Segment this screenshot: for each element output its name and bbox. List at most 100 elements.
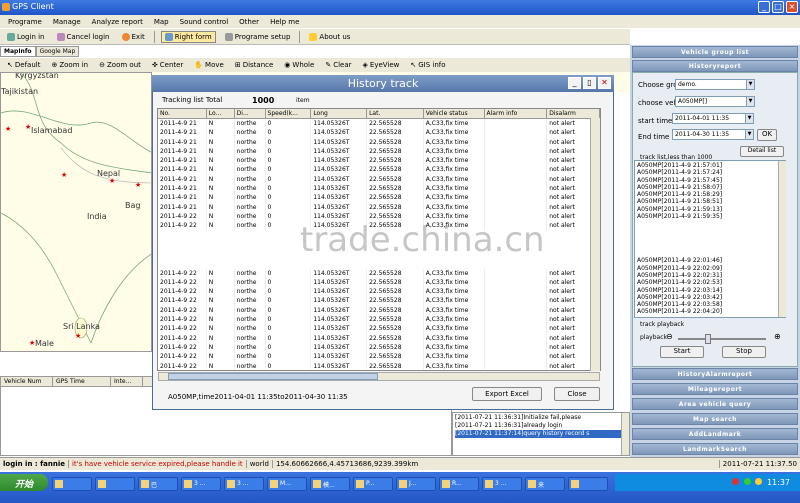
- table-row[interactable]: 2011-4-9 21 Nnorthe 0 114.05326T 22.565528 A,…: [158, 156, 600, 166]
- table-row[interactable]: 2011-4-9 22 Nnorthe 0 114.05326T 22.565528 A,…: [158, 333, 600, 343]
- track-item[interactable]: A050MP[2011-4-9 21:59:13]: [637, 206, 783, 213]
- taskbar-task[interactable]: R...: [439, 477, 479, 491]
- dialog-close-button[interactable]: ✕: [598, 77, 611, 89]
- playback-start-button[interactable]: Start: [660, 346, 704, 358]
- col-no[interactable]: No.: [158, 109, 207, 118]
- group-select[interactable]: demo. ▼: [675, 79, 755, 90]
- tray-icon[interactable]: [743, 478, 751, 485]
- map-clear-button[interactable]: ✎ Clear: [322, 60, 354, 70]
- menu-manage[interactable]: Manage: [53, 18, 81, 28]
- dialog-restore-button[interactable]: ▯: [583, 77, 596, 89]
- taskbar-task[interactable]: 3 ...: [181, 477, 221, 491]
- minimize-button[interactable]: _: [758, 1, 770, 13]
- start-time-picker[interactable]: 2011-04-01 11:35 ▼: [672, 113, 754, 124]
- start-button[interactable]: 开始: [0, 474, 48, 491]
- col-vehicle-status[interactable]: Vehicle status: [424, 109, 485, 118]
- landmark-search-bar[interactable]: LandmarkSearch: [632, 443, 798, 455]
- track-item[interactable]: A050MP[2011-4-9 21:57:24]: [637, 169, 783, 176]
- taskbar-task[interactable]: P...: [353, 477, 393, 491]
- table-row[interactable]: 2011-4-9 21 Nnorthe 0 114.05326T 22.565528 A,…: [158, 119, 600, 129]
- table-row[interactable]: 2011-4-9 21 Nnorthe 0 114.05326T 22.565528 A,…: [158, 146, 600, 157]
- about-button[interactable]: About us: [306, 32, 353, 42]
- history-report-bar[interactable]: Historyreport: [632, 60, 798, 72]
- taskbar-task[interactable]: [95, 477, 135, 491]
- col-lo[interactable]: Lo...: [207, 109, 235, 118]
- map-view[interactable]: Kyrgyzstan Tajikistan ★ Islamabad ★ ★ Ne…: [0, 72, 152, 352]
- vehicle-group-list-bar[interactable]: Vehicle group list: [632, 46, 798, 58]
- end-time-picker[interactable]: 2011-04-30 11:35 ▼: [672, 129, 754, 140]
- menu-help[interactable]: Help me: [270, 18, 299, 28]
- col-disalarm[interactable]: Disalarm: [547, 109, 600, 118]
- horizontal-scroll-thumb[interactable]: [168, 373, 378, 380]
- map-zoom-in-button[interactable]: ⊕ Zoom in: [48, 60, 91, 70]
- vehicle-select[interactable]: A050MP[] ▼: [675, 96, 755, 107]
- mileage-report-bar[interactable]: Mileagereport: [632, 383, 798, 395]
- menu-programe[interactable]: Programe: [8, 18, 42, 28]
- track-item[interactable]: A050MP[2011-4-9 22:03:58]: [637, 301, 783, 308]
- map-center-button[interactable]: ✜ Center: [149, 60, 186, 70]
- playback-stop-button[interactable]: Stop: [722, 346, 766, 358]
- slower-icon[interactable]: ⊖: [666, 332, 673, 341]
- col-long[interactable]: Long: [311, 109, 368, 118]
- map-eyeview-button[interactable]: ◈ EyeView: [360, 60, 403, 70]
- table-row[interactable]: 2011-4-9 22 Nnorthe 0 114.05326T 22.565528 A,…: [158, 305, 600, 316]
- playback-speed-slider[interactable]: [705, 334, 711, 344]
- table-row[interactable]: 2011-4-9 21 Nnorthe 0 114.05326T 22.565528 A,…: [158, 184, 600, 194]
- tray-icon[interactable]: [732, 478, 740, 485]
- cancel-login-button[interactable]: Cancel login: [54, 32, 113, 42]
- faster-icon[interactable]: ⊕: [774, 332, 781, 341]
- close-button[interactable]: ×: [786, 1, 798, 13]
- area-vehicle-query-bar[interactable]: Area vehicle query: [632, 398, 798, 410]
- map-default-button[interactable]: ↖ Default: [4, 60, 43, 70]
- map-search-bar[interactable]: Map search: [632, 413, 798, 425]
- menu-sound-control[interactable]: Sound control: [180, 18, 229, 28]
- table-row[interactable]: 2011-4-9 21 Nnorthe 0 114.05326T 22.565528 A,…: [158, 128, 600, 138]
- track-list-scrollbar[interactable]: [778, 161, 786, 317]
- exit-button[interactable]: Exit: [119, 32, 148, 42]
- table-row[interactable]: 2011-4-9 21 Nnorthe 0 114.05326T 22.565528 A,…: [158, 202, 600, 212]
- table-row[interactable]: 2011-4-9 22 Nnorthe 0 114.05326T 22.565528 A,…: [158, 277, 600, 288]
- taskbar-task[interactable]: J...: [396, 477, 436, 491]
- track-list[interactable]: A050MP[2011-4-9 21:57:01] A050MP[2011-4-…: [634, 160, 786, 318]
- track-item[interactable]: A050MP[2011-4-9 21:59:35]: [637, 213, 783, 220]
- add-landmark-bar[interactable]: AddLandmark: [632, 428, 798, 440]
- table-row[interactable]: 2011-4-9 22 Nnorthe 0 114.05326T 22.565528 A,…: [158, 268, 600, 278]
- taskbar-task[interactable]: [568, 477, 608, 491]
- track-item[interactable]: A050MP[2011-4-9 21:58:51]: [637, 198, 783, 205]
- menu-other[interactable]: Other: [239, 18, 259, 28]
- table-row[interactable]: 2011-4-9 22 Nnorthe 0 114.05326T 22.565528 A,…: [158, 361, 600, 370]
- track-item[interactable]: A050MP[2011-4-9 22:02:09]: [637, 265, 783, 272]
- track-item[interactable]: A050MP[2011-4-9 22:02:31]: [637, 272, 783, 279]
- table-row[interactable]: 2011-4-9 21 Nnorthe 0 114.05326T 22.565528 A,…: [158, 137, 600, 147]
- table-row[interactable]: 2011-4-9 21 Nnorthe 0 114.05326T 22.565528 A,…: [158, 193, 600, 203]
- map-gis-info-button[interactable]: ↖ GIS info: [407, 60, 448, 70]
- taskbar-task[interactable]: M...: [267, 477, 307, 491]
- menu-map[interactable]: Map: [154, 18, 169, 28]
- col-speed[interactable]: Speed(k...: [266, 109, 312, 118]
- col-lat[interactable]: Lat.: [367, 109, 424, 118]
- track-item[interactable]: A050MP[2011-4-9 22:02:53]: [637, 279, 783, 286]
- tab-google-map[interactable]: Google Map: [35, 46, 80, 57]
- grid-col-inte[interactable]: Inte...: [111, 377, 143, 386]
- taskbar-task[interactable]: 3 ...: [482, 477, 522, 491]
- right-form-button[interactable]: Right form: [160, 30, 216, 43]
- map-whole-button[interactable]: ◉ Whole: [281, 60, 317, 70]
- taskbar-task[interactable]: 来: [525, 477, 565, 491]
- table-vertical-scrollbar[interactable]: [590, 118, 600, 371]
- table-row[interactable]: 2011-4-9 21 Nnorthe 0 114.05326T 22.565528 A,…: [158, 174, 600, 185]
- grid-col-gps-time[interactable]: GPS Time: [53, 377, 111, 386]
- programe-setup-button[interactable]: Programe setup: [222, 32, 294, 42]
- ok-button[interactable]: OK: [757, 129, 777, 141]
- track-item[interactable]: A050MP[2011-4-9 21:57:45]: [637, 177, 783, 184]
- table-row[interactable]: 2011-4-9 21 Nnorthe 0 114.05326T 22.565528 A,…: [158, 165, 600, 175]
- table-row[interactable]: 2011-4-9 22 Nnorthe 0 114.05326T 22.565528 A,…: [158, 315, 600, 325]
- taskbar-task[interactable]: 3 ...: [224, 477, 264, 491]
- table-row[interactable]: 2011-4-9 22 Nnorthe 0 114.05326T 22.565528 A,…: [158, 287, 600, 297]
- log-line-selected[interactable]: [2011-07-21 11:37:14]query history recor…: [455, 430, 627, 438]
- grid-col-vehicle-num[interactable]: Vehicle Num: [1, 377, 53, 386]
- map-move-button[interactable]: ✋ Move: [191, 60, 227, 70]
- log-scrollbar[interactable]: [621, 413, 629, 455]
- history-track-title-bar[interactable]: History track _ ▯ ✕: [152, 75, 614, 92]
- table-row[interactable]: 2011-4-9 22 Nnorthe 0 114.05326T 22.565528 A,…: [158, 352, 600, 362]
- table-row[interactable]: 2011-4-9 22 Nnorthe 0 114.05326T 22.565528 A,…: [158, 342, 600, 353]
